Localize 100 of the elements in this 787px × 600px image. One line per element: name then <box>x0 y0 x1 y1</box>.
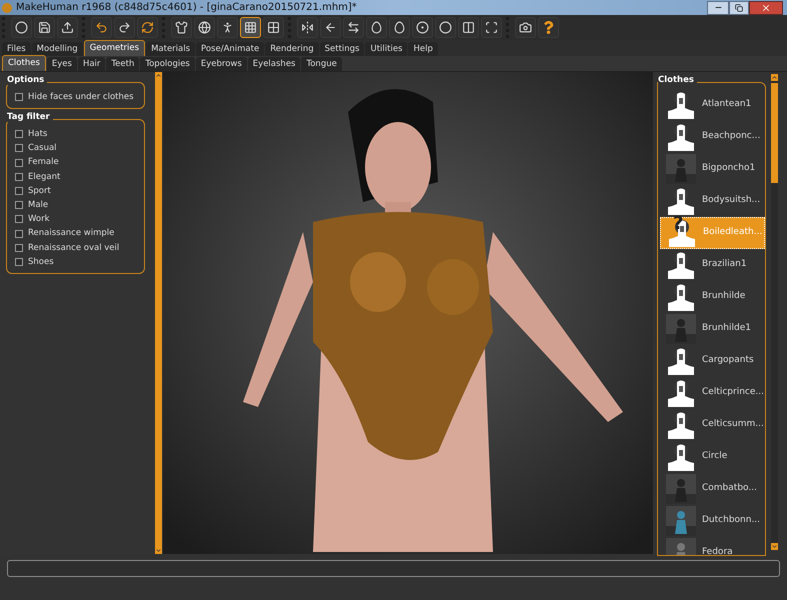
restore-button[interactable] <box>729 0 749 14</box>
toolbar-button[interactable] <box>11 17 32 38</box>
checkbox[interactable] <box>15 158 23 167</box>
toolbar-button[interactable] <box>114 17 135 38</box>
clothes-item[interactable]: Brunhilde1 <box>660 313 765 345</box>
sub-tab[interactable]: Eyelashes <box>248 57 300 71</box>
toolbar-button[interactable] <box>57 17 78 38</box>
redo-icon <box>118 21 131 34</box>
placeholder-thumbnail <box>666 282 696 312</box>
toolbar-button[interactable] <box>320 17 341 38</box>
scrollbar[interactable] <box>771 74 778 550</box>
symmetry-both-icon <box>347 21 360 34</box>
sub-tab[interactable]: Clothes <box>2 55 46 71</box>
toolbar-button[interactable] <box>137 17 158 38</box>
menu-tab[interactable]: Geometries <box>84 40 146 56</box>
scroll-down-icon[interactable] <box>155 547 162 554</box>
checkbox[interactable] <box>15 172 23 181</box>
sub-tab[interactable]: Eyes <box>46 57 77 71</box>
checker-icon <box>267 21 280 34</box>
toolbar-button[interactable] <box>34 17 55 38</box>
menu-tab[interactable]: Modelling <box>32 42 83 56</box>
menu-tab[interactable]: Pose/Animate <box>196 42 264 56</box>
toolbar-button[interactable] <box>458 17 479 38</box>
toolbar-button[interactable] <box>515 17 536 38</box>
figure-icon <box>221 21 234 34</box>
checkbox[interactable] <box>15 230 23 238</box>
toolbar-button[interactable] <box>194 17 215 38</box>
scroll-up-icon[interactable] <box>771 74 778 81</box>
toolbar-button[interactable] <box>263 17 284 38</box>
checkbox-label: Renaissance oval veil <box>28 244 120 252</box>
close-button[interactable] <box>749 0 783 14</box>
close-icon <box>761 2 771 12</box>
checkbox[interactable] <box>15 201 23 210</box>
toolbar-button[interactable] <box>366 17 387 38</box>
clothes-item[interactable]: Atlantean1 <box>660 89 765 121</box>
checkbox[interactable] <box>15 144 23 152</box>
menu-tab[interactable]: Rendering <box>265 42 319 56</box>
toolbar-button[interactable] <box>435 17 456 38</box>
menu-tab[interactable]: Help <box>408 42 438 56</box>
clothes-item[interactable]: Celticsumm... <box>660 409 765 441</box>
checkbox-label: Male <box>28 200 48 210</box>
circle-icon <box>15 21 28 34</box>
clothes-item[interactable]: Celticprince... <box>660 377 765 409</box>
minimize-button[interactable] <box>707 0 729 14</box>
clothes-item[interactable]: ? Boiledleath... <box>660 217 765 249</box>
scroll-thumb[interactable] <box>771 83 778 183</box>
placeholder-thumbnail <box>666 410 696 440</box>
checkbox[interactable] <box>15 215 23 224</box>
clothes-label: Boiledleath... <box>703 226 762 240</box>
toolbar-button[interactable] <box>240 17 261 38</box>
clothes-label: Atlantean1 <box>702 98 752 112</box>
clothes-item[interactable]: Bigponcho1 <box>660 153 765 185</box>
placeholder-thumbnail <box>666 186 696 216</box>
toolbar-button[interactable] <box>297 17 318 38</box>
app-logo-icon <box>2 2 12 12</box>
clothes-item[interactable]: Brunhilde <box>660 281 765 313</box>
clothes-label: Brunhilde <box>702 290 746 304</box>
clothes-label: Fedora <box>702 546 733 555</box>
checkbox[interactable] <box>15 187 23 196</box>
checkbox[interactable] <box>15 130 23 138</box>
toolbar-button[interactable] <box>91 17 112 38</box>
sub-tab[interactable]: Hair <box>78 57 106 71</box>
clothes-item[interactable]: Combatbo... <box>660 473 765 505</box>
scroll-up-icon[interactable] <box>155 72 162 79</box>
toolbar-button[interactable] <box>171 17 192 38</box>
scroll-down-icon[interactable] <box>771 543 778 550</box>
clothes-item[interactable]: Cargopants <box>660 345 765 377</box>
checkbox-label: Shoes <box>28 258 54 266</box>
clothes-item[interactable]: Circle <box>660 441 765 473</box>
sub-tab[interactable]: Eyebrows <box>196 57 247 71</box>
menu-tab[interactable]: Files <box>2 42 31 56</box>
sub-tab[interactable]: Topologies <box>140 57 195 71</box>
toolbar-button[interactable] <box>343 17 364 38</box>
checkbox[interactable] <box>15 258 23 266</box>
undo-icon <box>95 21 108 34</box>
clothes-item[interactable]: Brazilian1 <box>660 249 765 281</box>
checkbox-label: Elegant <box>28 172 60 182</box>
clothes-item[interactable]: Dutchbonn... <box>660 505 765 537</box>
menu-tab[interactable]: Settings <box>320 42 364 56</box>
toolbar-button[interactable] <box>217 17 238 38</box>
toolbar-button[interactable] <box>481 17 502 38</box>
clothes-item[interactable]: Bodysuitsh... <box>660 185 765 217</box>
toolbar-button[interactable] <box>412 17 433 38</box>
clothes-label: Dutchbonn... <box>702 514 760 528</box>
clothes-label: Celticsumm... <box>702 418 764 432</box>
toolbar-button[interactable] <box>389 17 410 38</box>
window-title: MakeHuman r1968 (c848d75c4601) - [ginaCarano20150721.mhm]* <box>16 1 357 15</box>
sub-tab[interactable]: Tongue <box>301 57 342 71</box>
clothes-item[interactable]: Beachponc... <box>660 121 765 153</box>
menu-tab[interactable]: Materials <box>146 42 196 56</box>
checkbox[interactable] <box>15 93 23 102</box>
checkbox-label: Hats <box>28 130 48 139</box>
sub-tab[interactable]: Teeth <box>106 57 140 71</box>
help-icon <box>542 21 555 34</box>
toolbar-button[interactable] <box>538 17 559 38</box>
shirt-icon <box>175 21 188 34</box>
menu-tab[interactable]: Utilities <box>365 42 408 56</box>
grid-icon <box>244 21 257 34</box>
checkbox[interactable] <box>15 244 23 252</box>
checkbox-label: Casual <box>28 144 57 153</box>
